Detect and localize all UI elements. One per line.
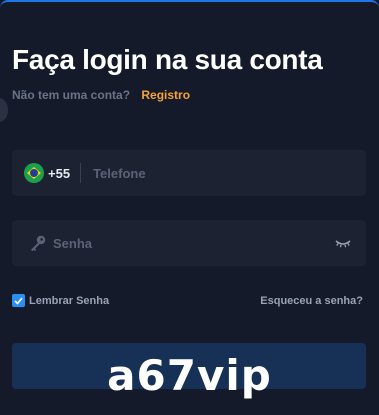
remember-password[interactable]: Lembrar Senha: [12, 294, 109, 307]
login-panel: Faça login na sua conta Não tem uma cont…: [0, 0, 379, 415]
register-prompt: Não tem uma conta? Registro: [12, 88, 190, 102]
no-account-text: Não tem uma conta?: [12, 88, 131, 102]
eye-closed-icon[interactable]: [334, 236, 352, 250]
remember-label: Lembrar Senha: [29, 294, 110, 307]
remember-checkbox[interactable]: [12, 294, 25, 307]
check-icon: [14, 297, 23, 305]
password-field[interactable]: Senha: [12, 220, 366, 266]
field-divider: [80, 163, 82, 183]
password-input[interactable]: Senha: [53, 236, 92, 251]
key-icon: [31, 235, 46, 252]
brazil-flag-icon[interactable]: [24, 163, 44, 183]
phone-input[interactable]: Telefone: [93, 166, 146, 181]
dial-code[interactable]: +55: [48, 166, 70, 181]
side-handle[interactable]: [0, 98, 8, 122]
phone-field[interactable]: +55 Telefone: [12, 150, 366, 196]
page-title: Faça login na sua conta: [12, 44, 323, 75]
forgot-password-link[interactable]: Esqueceu a senha?: [260, 295, 363, 307]
watermark-text: a67vip: [107, 351, 272, 400]
register-link[interactable]: Registro: [141, 88, 190, 102]
